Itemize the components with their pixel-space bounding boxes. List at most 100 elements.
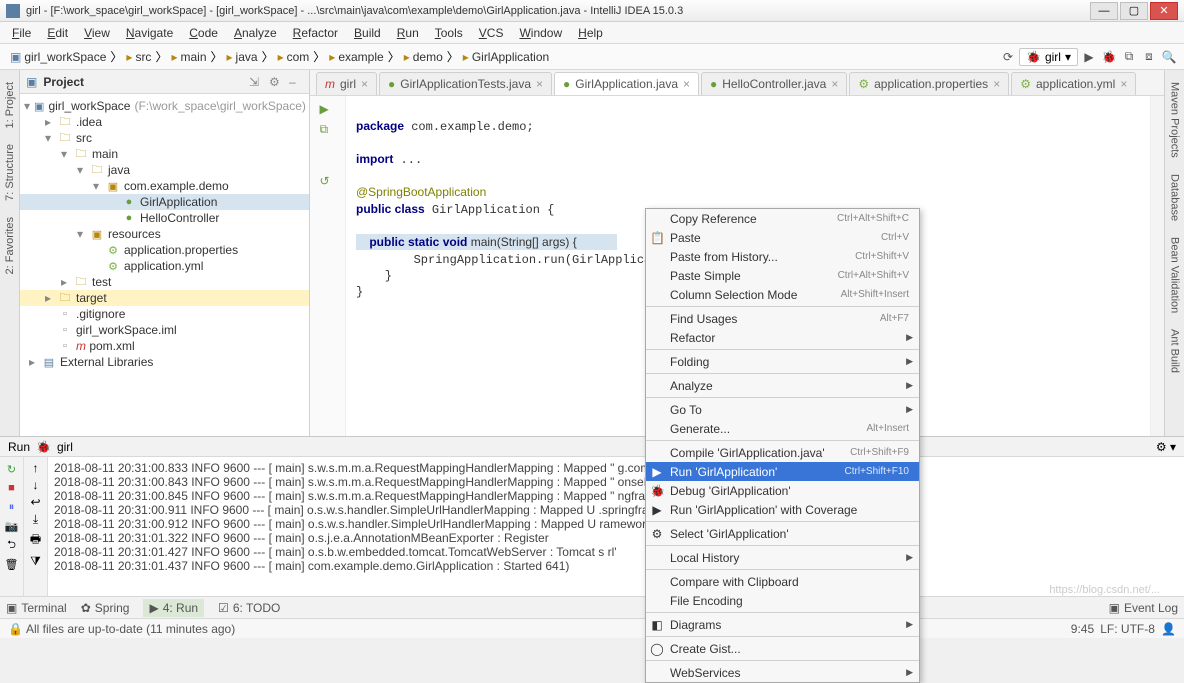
left-stripe-tab[interactable]: 2: Favorites [2, 213, 18, 278]
close-button[interactable]: ✕ [1150, 2, 1178, 20]
context-menu-item[interactable]: ◧Diagrams▶ [646, 615, 919, 634]
breadcrumb-item[interactable]: ▸ src [122, 49, 155, 65]
context-menu-item[interactable]: File Encoding [646, 591, 919, 610]
breadcrumb-item[interactable]: ▸ com [274, 49, 314, 65]
context-menu-item[interactable]: Folding▶ [646, 352, 919, 371]
run-icon[interactable]: ▶ [1080, 48, 1098, 66]
tree-node[interactable]: HelloController [20, 210, 309, 226]
pause-icon[interactable]: ⏸ [4, 499, 20, 515]
menu-code[interactable]: Code [181, 24, 226, 42]
context-menu-item[interactable]: Find UsagesAlt+F7 [646, 309, 919, 328]
filter-icon[interactable]: ⧩ [30, 554, 41, 569]
menu-help[interactable]: Help [570, 24, 611, 42]
menu-tools[interactable]: Tools [427, 24, 471, 42]
breadcrumb-item[interactable]: ▣ girl_workSpace [6, 49, 110, 65]
wrap-icon[interactable]: ↩ [30, 495, 40, 509]
menu-analyze[interactable]: Analyze [226, 24, 285, 42]
event-log-tab[interactable]: ▣Event Log [1109, 601, 1178, 615]
menu-vcs[interactable]: VCS [471, 24, 512, 42]
tab-close-icon[interactable]: × [993, 77, 1000, 91]
print-icon[interactable]: 🖶 [30, 530, 41, 551]
tree-node[interactable]: ▾🗀java [20, 162, 309, 178]
context-menu-item[interactable]: ◯Create Gist... [646, 639, 919, 658]
tree-node[interactable]: GirlApplication [20, 194, 309, 210]
left-stripe-tab[interactable]: 7: Structure [2, 140, 18, 205]
context-menu-item[interactable]: Copy ReferenceCtrl+Alt+Shift+C [646, 209, 919, 228]
inspect-icon[interactable]: 👤 [1161, 622, 1176, 636]
menu-file[interactable]: File [4, 24, 39, 42]
editor-tab[interactable]: ● GirlApplicationTests.java × [379, 72, 552, 95]
right-stripe-tab[interactable]: Maven Projects [1167, 78, 1183, 162]
breadcrumb-item[interactable]: ▸ demo [400, 49, 447, 65]
editor-tab[interactable]: ⚙ application.properties × [849, 72, 1009, 95]
menu-run[interactable]: Run [389, 24, 427, 42]
tree-node[interactable]: ▫m pom.xml [20, 338, 309, 354]
right-stripe-tab[interactable]: Bean Validation [1167, 233, 1183, 317]
breadcrumb-item[interactable]: ▸ GirlApplication [459, 49, 553, 65]
minimize-button[interactable]: — [1090, 2, 1118, 20]
tree-node[interactable]: ▾🗀src [20, 130, 309, 146]
editor-tab[interactable]: m girl × [316, 72, 377, 95]
menu-window[interactable]: Window [511, 24, 570, 42]
tab-close-icon[interactable]: × [536, 77, 543, 91]
stop-run-icon[interactable]: ■ [4, 480, 20, 496]
tree-node[interactable]: ▫girl_workSpace.iml [20, 322, 309, 338]
menu-navigate[interactable]: Navigate [118, 24, 181, 42]
override-gutter-icon[interactable]: ↺ [320, 174, 336, 190]
scroll-icon[interactable]: ⤓ [33, 512, 38, 527]
menu-refactor[interactable]: Refactor [285, 24, 346, 42]
editor-tab[interactable]: ● GirlApplication.java × [554, 72, 699, 95]
status-lock-icon[interactable]: 🔒 [8, 622, 23, 636]
up-icon[interactable]: ↑ [33, 461, 39, 475]
bottom-tab[interactable]: ✿Spring [81, 601, 130, 615]
rerun-icon[interactable]: ↻ [4, 461, 20, 477]
project-tree[interactable]: ▾▣ girl_workSpace (F:\work_space\girl_wo… [20, 94, 309, 436]
right-stripe-tab[interactable]: Ant Build [1167, 325, 1183, 377]
context-menu-item[interactable]: Compare with Clipboard [646, 572, 919, 591]
breadcrumb-item[interactable]: ▸ java [223, 49, 262, 65]
context-menu-item[interactable]: ▶Run 'GirlApplication' with Coverage [646, 500, 919, 519]
context-menu-item[interactable]: Local History▶ [646, 548, 919, 567]
structure-gutter-icon[interactable]: ⧉ [320, 122, 336, 138]
console-output[interactable]: 2018-08-11 20:31:00.833 INFO 9600 --- [ … [48, 457, 1184, 596]
collapse-icon[interactable]: ⇲ [249, 75, 263, 89]
context-menu-item[interactable]: ⚙Select 'GirlApplication' [646, 524, 919, 543]
hide-icon[interactable]: – [289, 75, 303, 89]
dump-icon[interactable]: 📷 [4, 518, 20, 534]
stop-icon[interactable]: ⧈ [1140, 48, 1158, 66]
context-menu-item[interactable]: WebServices▶ [646, 663, 919, 682]
tab-close-icon[interactable]: × [683, 77, 690, 91]
gear-icon[interactable]: ⚙ [269, 75, 283, 89]
down-icon[interactable]: ↓ [33, 478, 39, 492]
breadcrumb-item[interactable]: ▸ example [325, 49, 387, 65]
tab-close-icon[interactable]: × [831, 77, 838, 91]
tree-node[interactable]: ⚙application.yml [20, 258, 309, 274]
tab-close-icon[interactable]: × [361, 77, 368, 91]
menu-edit[interactable]: Edit [39, 24, 76, 42]
search-icon[interactable]: 🔍 [1160, 48, 1178, 66]
tree-node[interactable]: ▾▣com.example.demo [20, 178, 309, 194]
editor-tab[interactable]: ● HelloController.java × [701, 72, 847, 95]
context-menu-item[interactable]: Paste SimpleCtrl+Alt+Shift+V [646, 266, 919, 285]
context-menu-item[interactable]: Generate...Alt+Insert [646, 419, 919, 438]
context-menu-item[interactable]: 📋PasteCtrl+V [646, 228, 919, 247]
bottom-tab[interactable]: ☑6: TODO [218, 601, 280, 615]
breadcrumb-item[interactable]: ▸ main [167, 49, 210, 65]
context-menu-item[interactable]: Paste from History...Ctrl+Shift+V [646, 247, 919, 266]
run-settings-icon[interactable]: ⚙ ▾ [1156, 440, 1176, 454]
run-gutter-icon[interactable]: ▶ [320, 102, 336, 118]
left-stripe-tab[interactable]: 1: Project [2, 78, 18, 132]
sync-icon[interactable]: ⟳ [999, 48, 1017, 66]
menu-view[interactable]: View [76, 24, 118, 42]
tree-node[interactable]: ⚙application.properties [20, 242, 309, 258]
run-config-selector[interactable]: 🐞 girl ▾ [1019, 48, 1078, 66]
tree-node[interactable]: ▸▤External Libraries [20, 354, 309, 370]
bottom-tab[interactable]: ▣Terminal [6, 601, 67, 615]
right-stripe-tab[interactable]: Database [1167, 170, 1183, 225]
tree-node[interactable]: ▫.gitignore [20, 306, 309, 322]
bottom-tab[interactable]: ▶4: Run [143, 599, 204, 617]
coverage-icon[interactable]: ⧉ [1120, 48, 1138, 66]
tab-close-icon[interactable]: × [1120, 77, 1127, 91]
context-menu-item[interactable]: 🐞Debug 'GirlApplication' [646, 481, 919, 500]
menu-build[interactable]: Build [346, 24, 389, 42]
